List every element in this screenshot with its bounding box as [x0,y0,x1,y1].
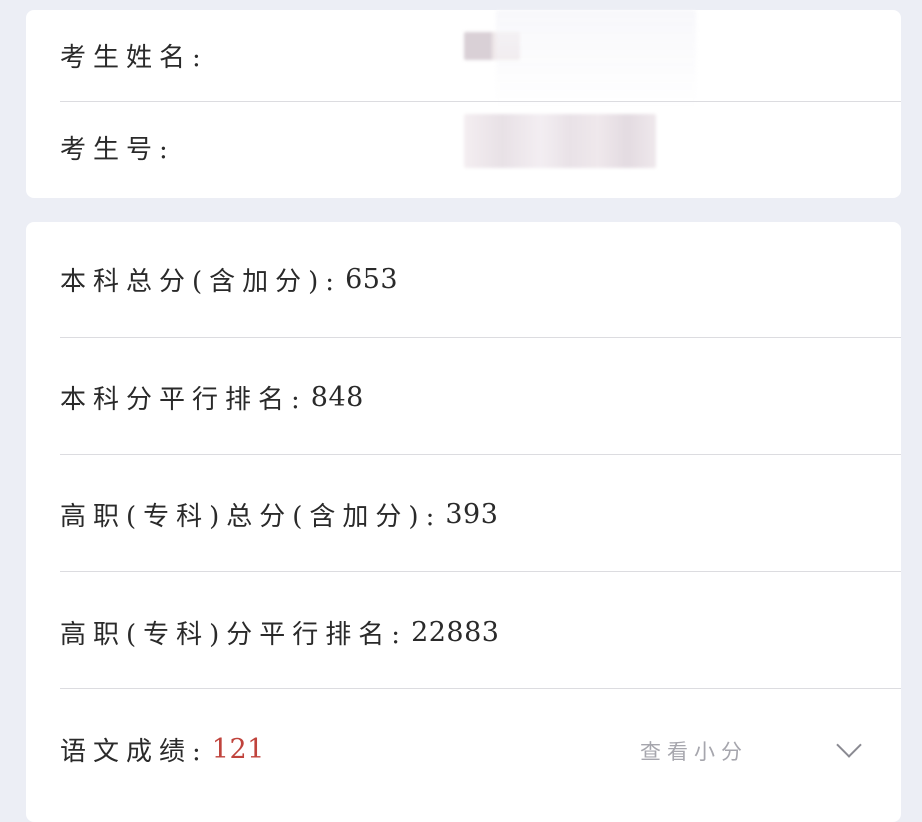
chinese-score-label: 语文成绩: [60,736,208,767]
scores-card: 本科总分(含加分): 653 本科分平行排名: 848 高职(专科)总分(含加分… [26,222,901,822]
student-name-label: 考生姓名: [60,42,208,73]
gaozhi-total-value: 393 [445,498,499,530]
student-id-redacted [464,114,656,168]
redaction-smear [496,10,696,106]
chinese-score-value: 121 [211,733,265,765]
benke-rank-label: 本科分平行排名: [60,384,307,415]
benke-rank-row: 本科分平行排名: 848 [60,374,901,420]
view-detail-link[interactable]: 查看小分 [640,736,748,766]
score-divider [60,454,901,455]
gaozhi-total-row: 高职(专科)总分(含加分): 393 [60,491,901,537]
student-id-label: 考生号: [60,134,175,165]
student-info-card: 考生姓名: 考生号: [26,10,901,198]
gaozhi-total-label: 高职(专科)总分(含加分): [60,501,442,532]
gaozhi-rank-value: 22883 [411,616,500,648]
score-divider [60,571,901,572]
benke-rank-value: 848 [310,381,364,413]
benke-total-value: 653 [345,263,399,295]
gaozhi-rank-label: 高职(专科)分平行排名: [60,619,408,650]
benke-total-row: 本科总分(含加分): 653 [60,256,901,302]
gaozhi-rank-row: 高职(专科)分平行排名: 22883 [60,609,901,655]
chinese-score-row[interactable]: 语文成绩: 121 [60,726,901,772]
info-divider [60,101,901,102]
score-divider [60,688,901,689]
score-divider [60,337,901,338]
benke-total-label: 本科总分(含加分): [60,266,342,297]
